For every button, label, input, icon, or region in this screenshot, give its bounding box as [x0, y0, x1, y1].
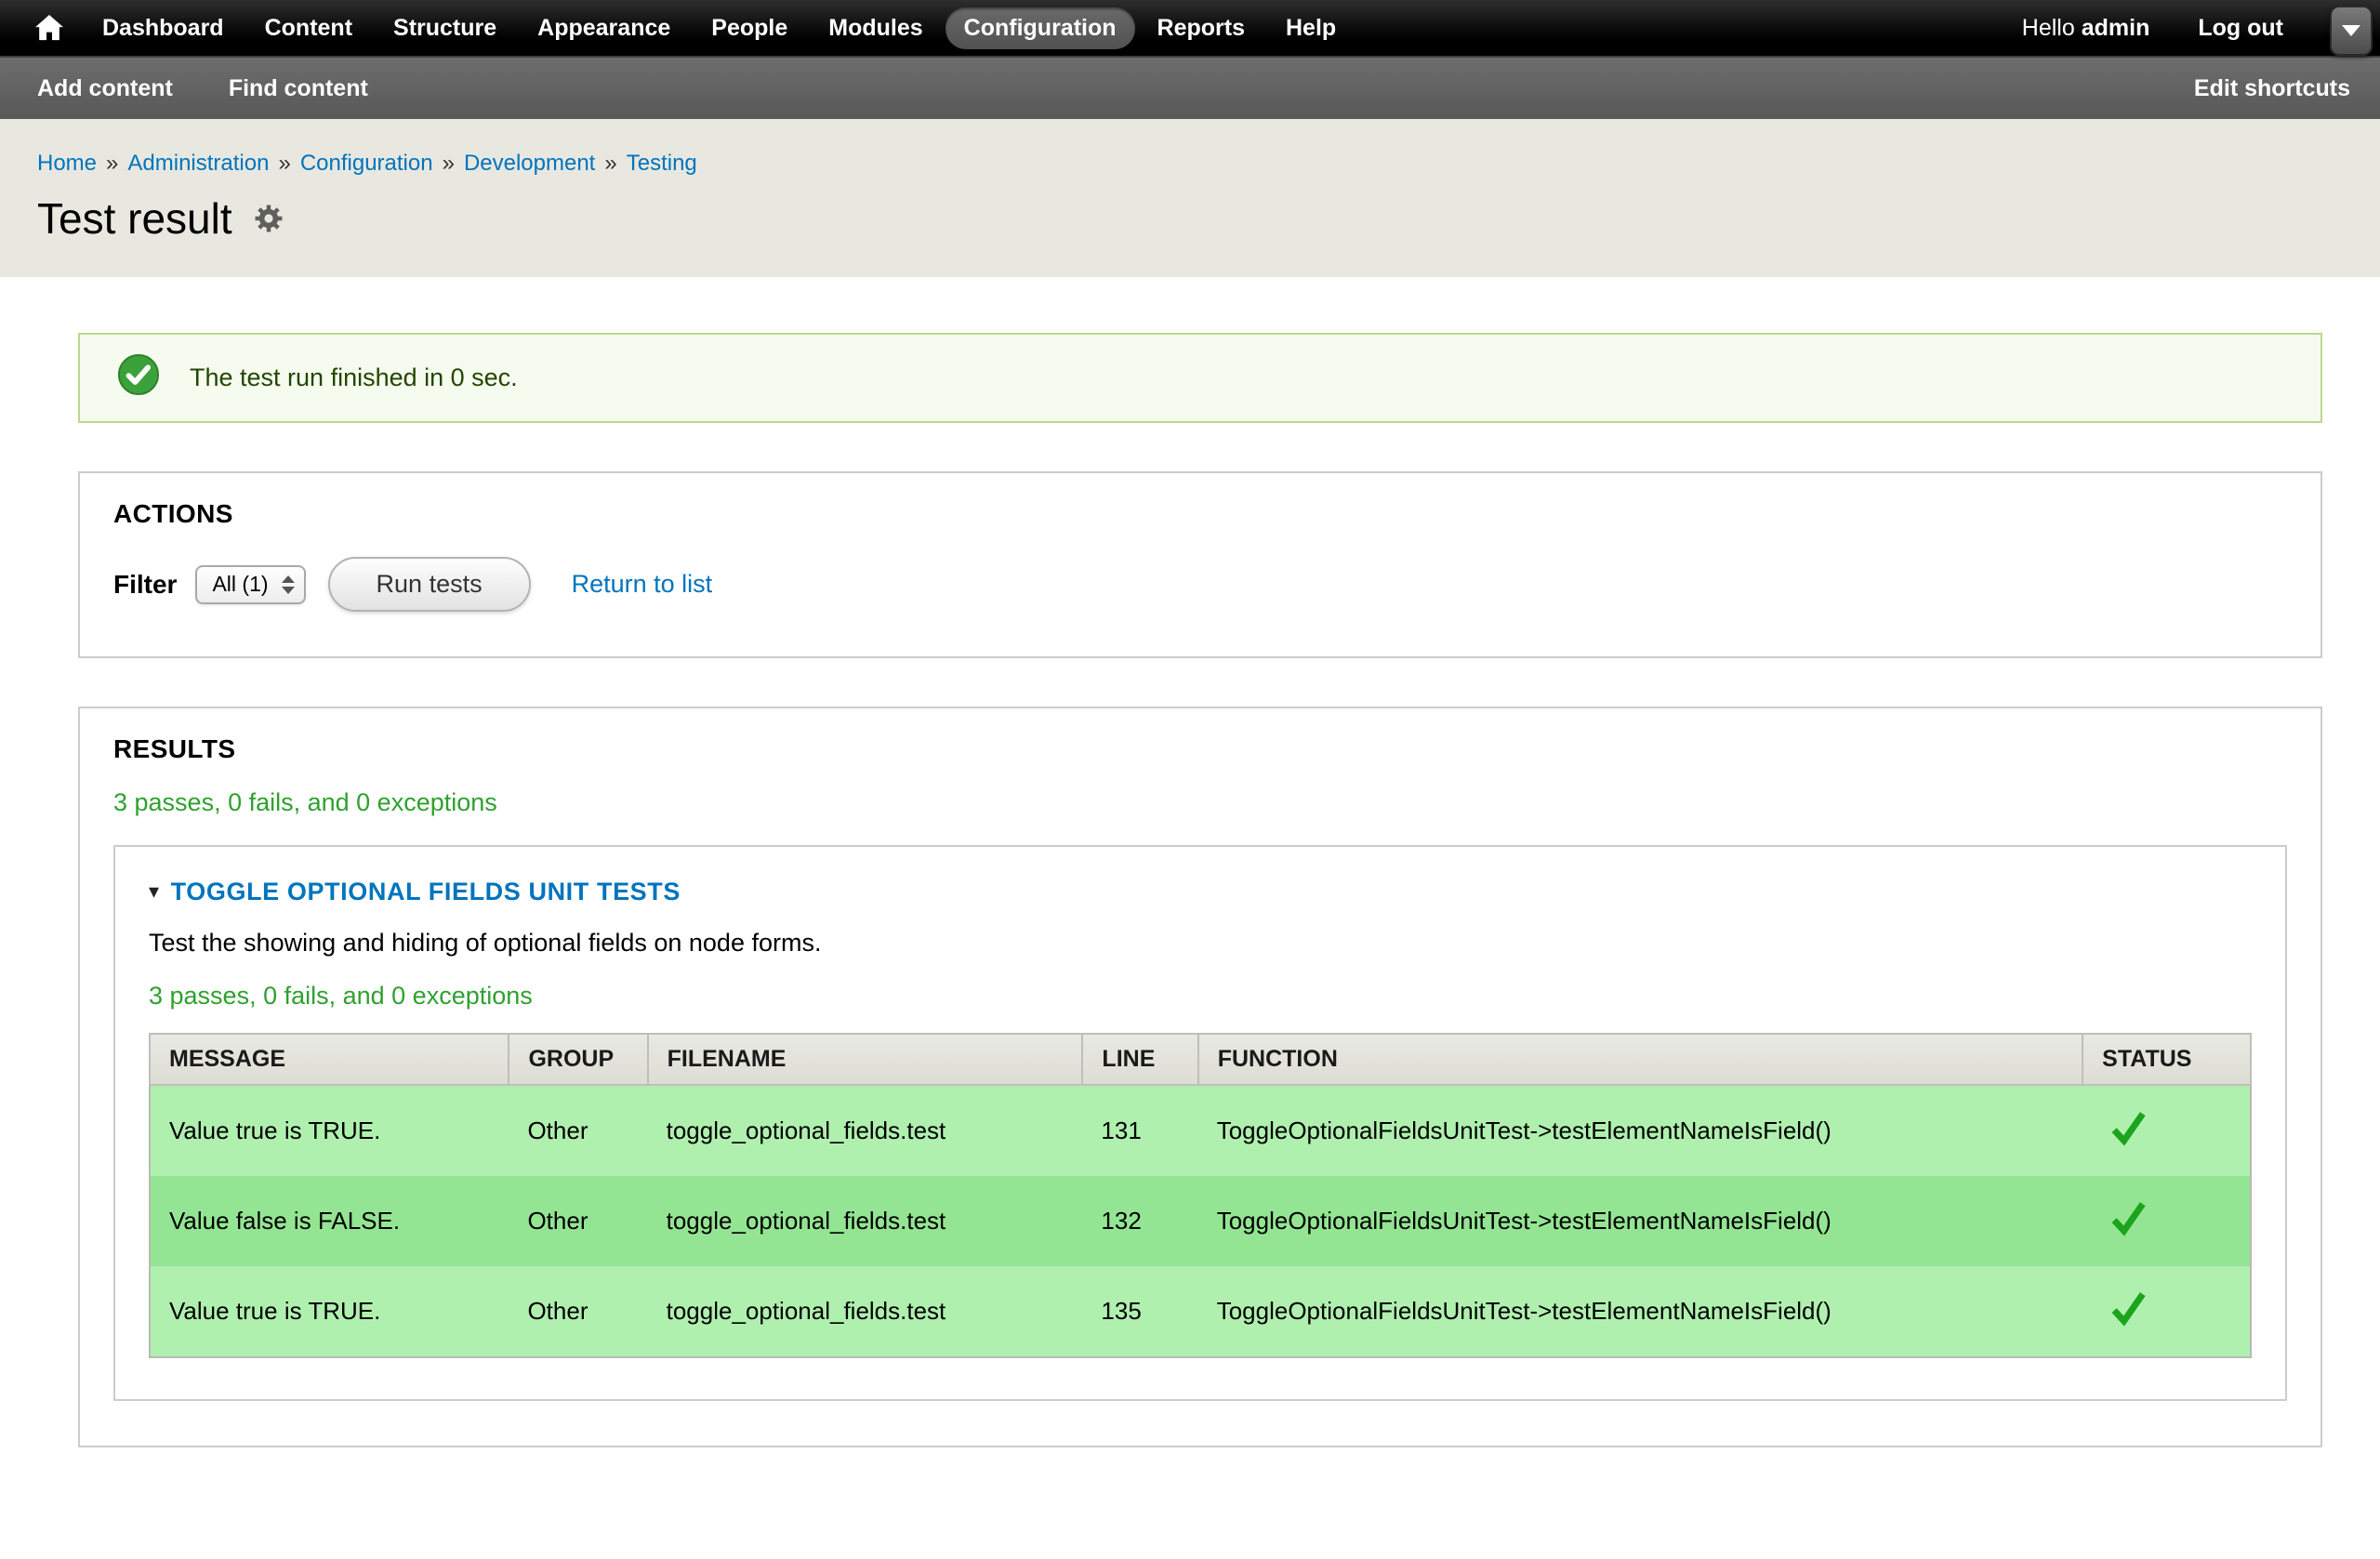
collapse-arrow-icon: ▾: [149, 880, 160, 904]
results-legend: RESULTS: [113, 734, 2287, 764]
shortcut-links: Add content Find content: [37, 75, 368, 102]
add-content-link[interactable]: Add content: [37, 75, 173, 102]
toolbar-user-area: Hello admin Log out: [2022, 7, 2302, 49]
toolbar-item-dashboard[interactable]: Dashboard: [84, 7, 243, 49]
col-header-group: GROUP: [509, 1034, 647, 1085]
toolbar-menu: Dashboard Content Structure Appearance P…: [19, 7, 1355, 49]
test-group-summary: 3 passes, 0 fails, and 0 exceptions: [149, 982, 2252, 1011]
username-link[interactable]: admin: [2082, 15, 2150, 41]
cell-filename: toggle_optional_fields.test: [648, 1085, 1083, 1176]
cell-message: Value true is TRUE.: [150, 1085, 509, 1176]
status-ok-icon: [117, 353, 160, 403]
toolbar-item-modules[interactable]: Modules: [810, 7, 941, 49]
page-title-row: Test result: [37, 193, 2343, 244]
cell-group: Other: [509, 1085, 647, 1176]
greeting-text: Hello admin: [2022, 15, 2150, 42]
status-message: The test run finished in 0 sec.: [78, 333, 2322, 423]
find-content-link[interactable]: Find content: [229, 75, 368, 102]
cell-line: 131: [1082, 1085, 1197, 1176]
pass-check-icon: [2109, 1288, 2148, 1328]
test-group-description: Test the showing and hiding of optional …: [149, 929, 2252, 958]
pass-check-icon: [2109, 1198, 2148, 1237]
cell-function: ToggleOptionalFieldsUnitTest->testElemen…: [1198, 1176, 2082, 1266]
toolbar-item-people[interactable]: People: [693, 7, 806, 49]
toolbar-item-configuration[interactable]: Configuration: [945, 7, 1135, 49]
cell-status: [2082, 1266, 2251, 1357]
admin-toolbar: Dashboard Content Structure Appearance P…: [0, 0, 2380, 56]
cell-function: ToggleOptionalFieldsUnitTest->testElemen…: [1198, 1085, 2082, 1176]
filter-label: Filter: [113, 570, 177, 600]
breadcrumb-separator: »: [604, 151, 616, 176]
toolbar-toggle-button[interactable]: [2330, 6, 2373, 56]
col-header-function: FUNCTION: [1198, 1034, 2082, 1085]
select-arrows-icon: [282, 575, 295, 594]
status-message-text: The test run finished in 0 sec.: [190, 363, 518, 392]
chevron-down-icon: [2342, 25, 2360, 36]
actions-row: Filter All (1) Run tests Return to list: [113, 557, 2287, 612]
actions-panel: ACTIONS Filter All (1) Run tests Return …: [78, 471, 2322, 658]
cell-filename: toggle_optional_fields.test: [648, 1266, 1083, 1357]
breadcrumb-home[interactable]: Home: [37, 151, 97, 176]
breadcrumb-configuration[interactable]: Configuration: [300, 151, 433, 176]
filter-select[interactable]: All (1): [195, 565, 305, 604]
shortcuts-bar: Add content Find content Edit shortcuts: [0, 56, 2380, 119]
col-header-status: STATUS: [2082, 1034, 2251, 1085]
cell-function: ToggleOptionalFieldsUnitTest->testElemen…: [1198, 1266, 2082, 1357]
results-table: MESSAGE GROUP FILENAME LINE FUNCTION STA…: [149, 1033, 2252, 1358]
actions-legend: ACTIONS: [113, 499, 2287, 529]
gear-icon[interactable]: [253, 203, 284, 234]
cell-line: 132: [1082, 1176, 1197, 1266]
test-group-title-link[interactable]: ▾ TOGGLE OPTIONAL FIELDS UNIT TESTS: [149, 878, 681, 906]
cell-status: [2082, 1176, 2251, 1266]
col-header-filename: FILENAME: [648, 1034, 1083, 1085]
col-header-message: MESSAGE: [150, 1034, 509, 1085]
cell-group: Other: [509, 1176, 647, 1266]
return-to-list-link[interactable]: Return to list: [572, 570, 713, 599]
filter-select-value: All (1): [212, 572, 268, 597]
toolbar-item-content[interactable]: Content: [246, 7, 371, 49]
cell-filename: toggle_optional_fields.test: [648, 1176, 1083, 1266]
main-content: The test run finished in 0 sec. ACTIONS …: [0, 333, 2380, 1559]
run-tests-button[interactable]: Run tests: [328, 557, 531, 612]
breadcrumb-testing[interactable]: Testing: [627, 151, 697, 176]
test-group-fieldset: ▾ TOGGLE OPTIONAL FIELDS UNIT TESTS Test…: [113, 845, 2287, 1401]
breadcrumb-separator: »: [106, 151, 118, 176]
breadcrumb-separator: »: [443, 151, 455, 176]
col-header-line: LINE: [1082, 1034, 1197, 1085]
pass-check-icon: [2109, 1108, 2148, 1147]
table-row: Value true is TRUE. Other toggle_optiona…: [150, 1085, 2251, 1176]
results-panel: RESULTS 3 passes, 0 fails, and 0 excepti…: [78, 707, 2322, 1447]
table-row: Value false is FALSE. Other toggle_optio…: [150, 1176, 2251, 1266]
logout-link[interactable]: Log out: [2179, 7, 2302, 49]
breadcrumb-development[interactable]: Development: [464, 151, 595, 176]
drupal-admin-page: Dashboard Content Structure Appearance P…: [0, 0, 2380, 1559]
breadcrumb: Home » Administration » Configuration » Develo…: [37, 151, 2343, 177]
toolbar-item-reports[interactable]: Reports: [1139, 7, 1263, 49]
table-header-row: MESSAGE GROUP FILENAME LINE FUNCTION STA…: [150, 1034, 2251, 1085]
cell-group: Other: [509, 1266, 647, 1357]
home-icon[interactable]: [19, 15, 80, 41]
toolbar-item-help[interactable]: Help: [1267, 7, 1355, 49]
table-row: Value true is TRUE. Other toggle_optiona…: [150, 1266, 2251, 1357]
cell-line: 135: [1082, 1266, 1197, 1357]
cell-message: Value true is TRUE.: [150, 1266, 509, 1357]
breadcrumb-administration[interactable]: Administration: [127, 151, 269, 176]
edit-shortcuts-link[interactable]: Edit shortcuts: [2194, 75, 2350, 102]
greeting-prefix: Hello: [2022, 15, 2075, 41]
page-header: Home » Administration » Configuration » Develo…: [0, 119, 2380, 277]
toolbar-item-appearance[interactable]: Appearance: [519, 7, 689, 49]
breadcrumb-separator: »: [278, 151, 290, 176]
test-group-title: TOGGLE OPTIONAL FIELDS UNIT TESTS: [171, 878, 681, 906]
results-summary: 3 passes, 0 fails, and 0 exceptions: [113, 788, 2287, 817]
cell-status: [2082, 1085, 2251, 1176]
toolbar-item-structure[interactable]: Structure: [375, 7, 515, 49]
page-title: Test result: [37, 193, 232, 244]
cell-message: Value false is FALSE.: [150, 1176, 509, 1266]
